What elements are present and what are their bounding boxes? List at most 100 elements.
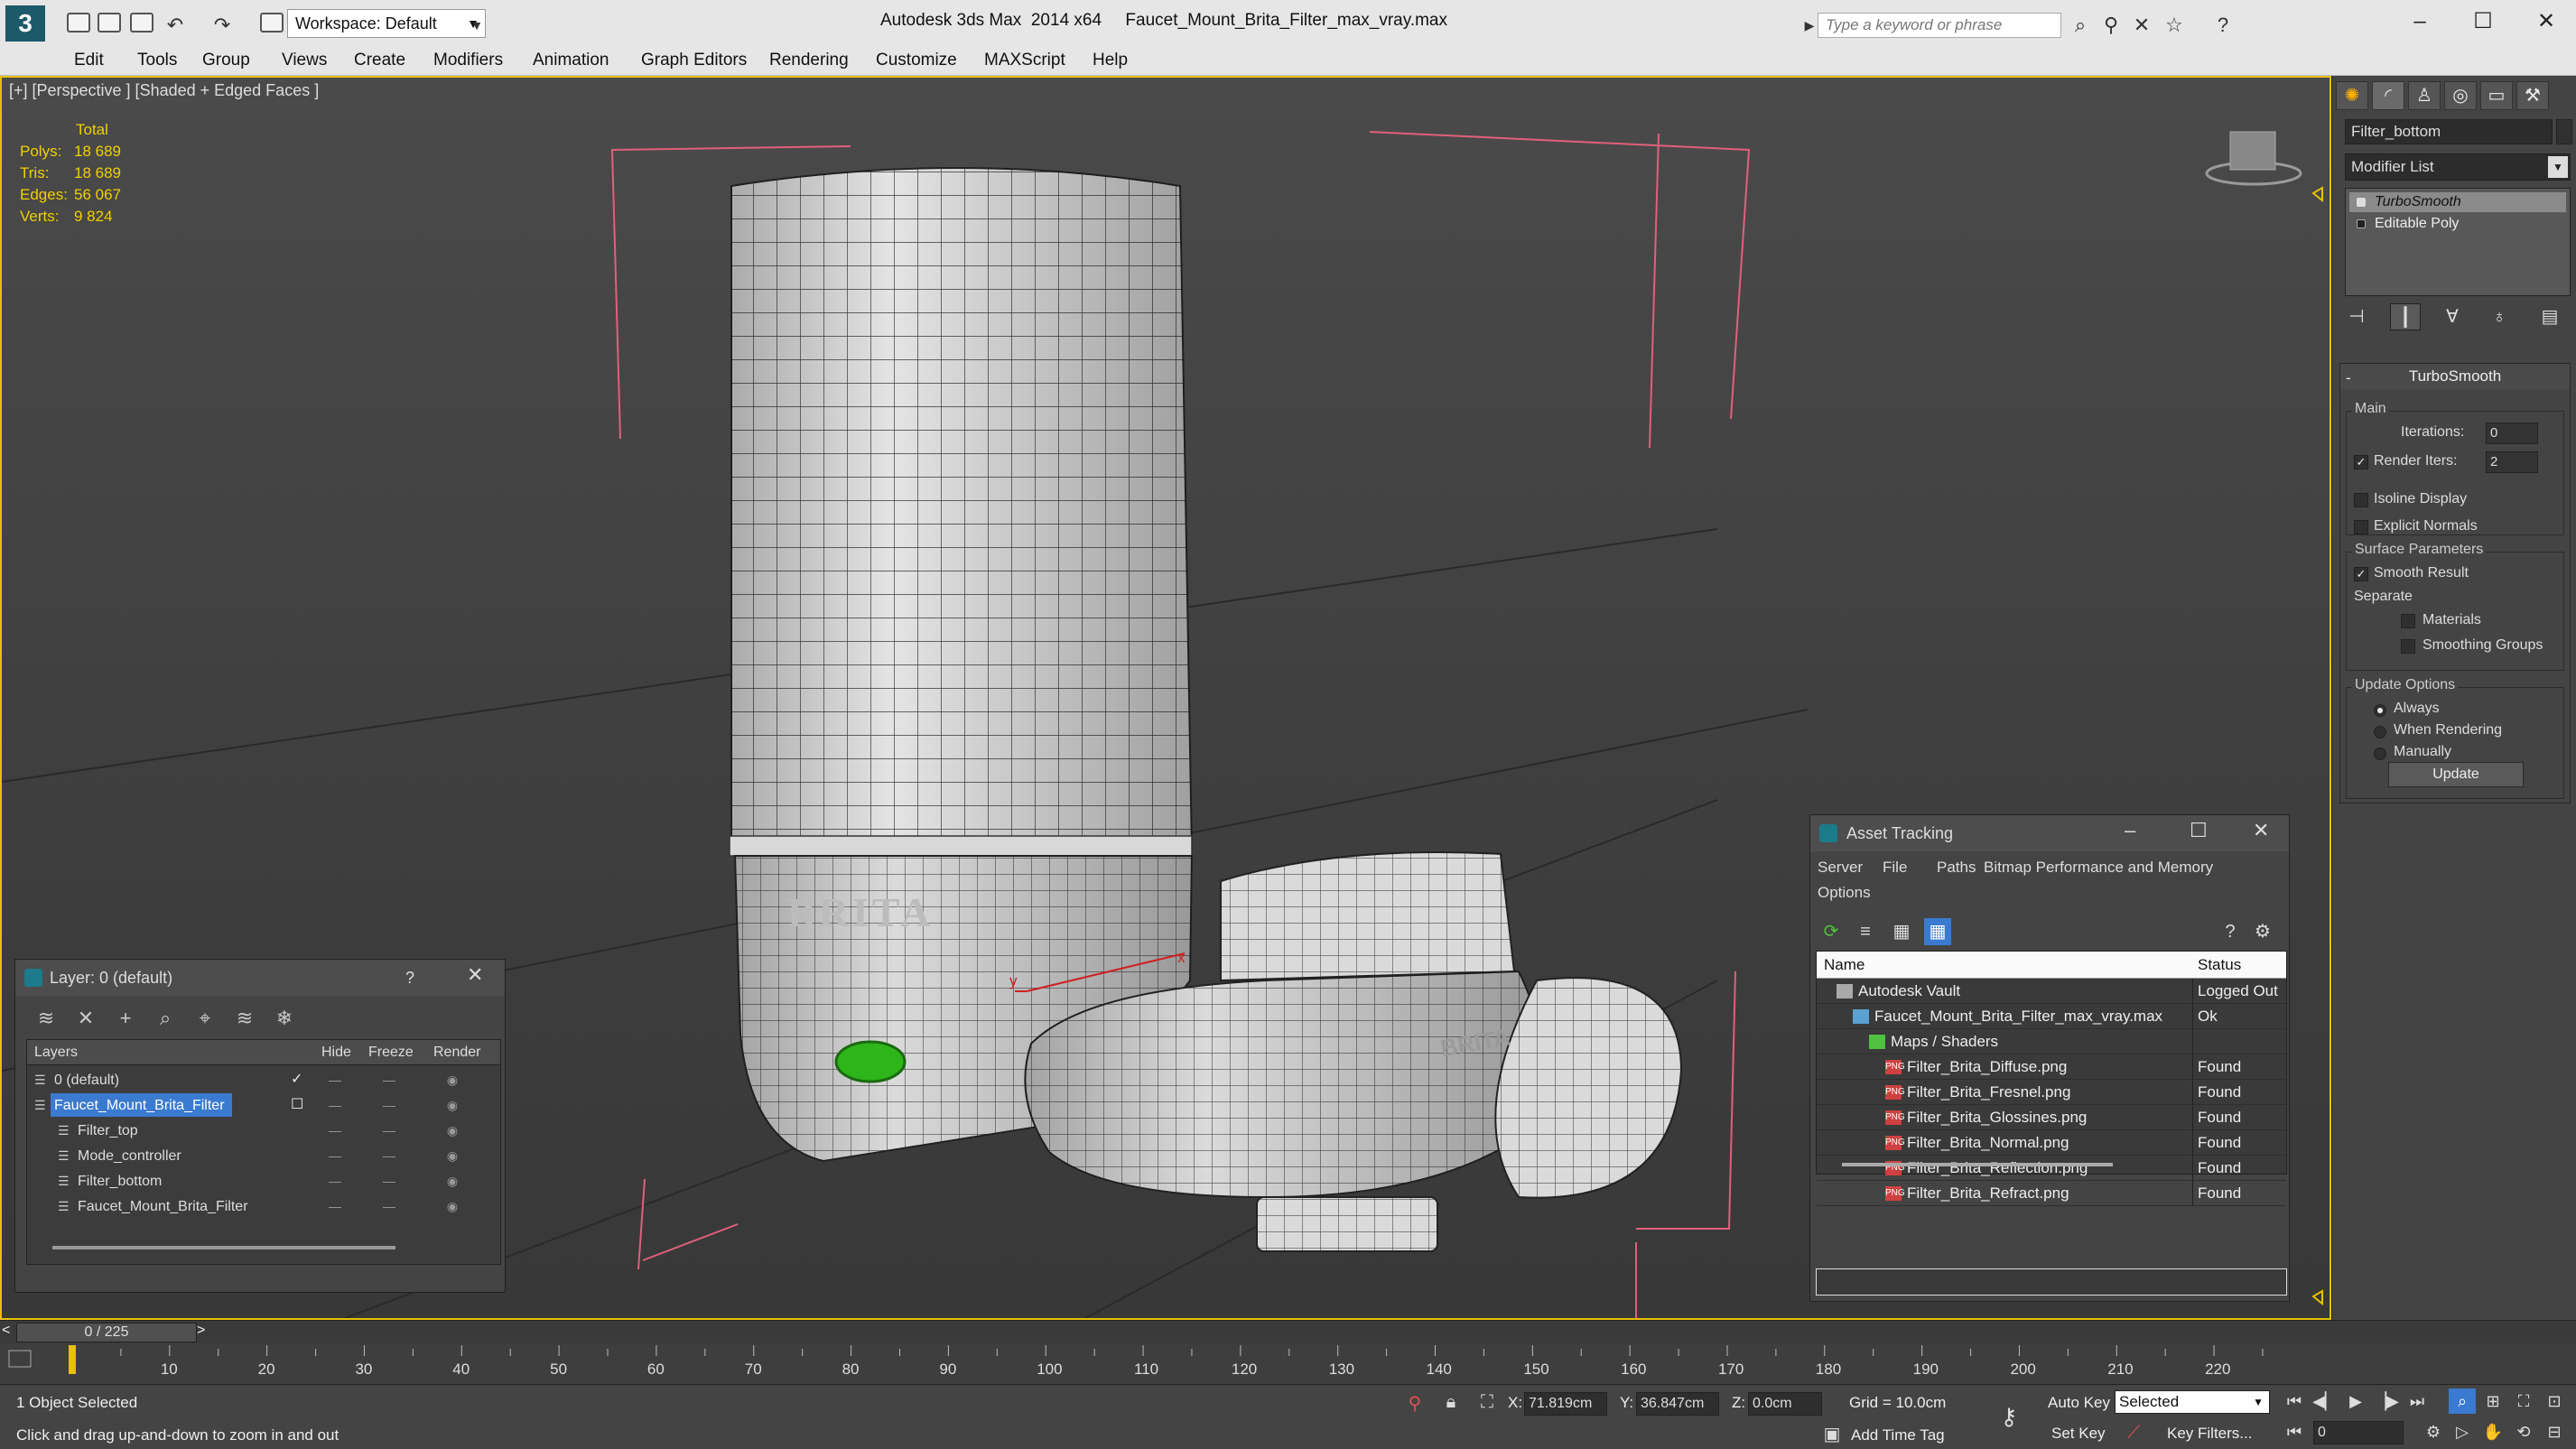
manually-radio[interactable] — [2374, 748, 2386, 760]
add-to-layer-icon[interactable]: + — [111, 1005, 140, 1032]
set-key-curve-icon[interactable]: ⟋ — [2122, 1423, 2145, 1444]
zoom-icon[interactable]: ⌕ — [2449, 1389, 2476, 1414]
asset-row[interactable]: PNG Filter_Brita_Diffuse.png Found — [1817, 1054, 2286, 1080]
motion-tab-icon[interactable]: ◎ — [2444, 81, 2477, 110]
asset-row[interactable]: Autodesk Vault Logged Out — [1817, 979, 2286, 1004]
communication-center-icon[interactable]: ✕ — [2129, 13, 2154, 38]
object-name-field[interactable]: Filter_bottom — [2345, 119, 2553, 144]
viewcube-icon[interactable] — [2205, 131, 2302, 186]
track-bar[interactable]: 10 20 30 40 50 60 70 80 90 100 110 120 130 140 150 160 1… — [0, 1343, 2576, 1385]
help-button[interactable]: ? — [405, 969, 414, 988]
col-render[interactable]: Render — [433, 1040, 480, 1065]
explicit-normals-checkbox[interactable] — [2354, 520, 2368, 534]
go-to-start-icon[interactable]: ⏮ — [2281, 1389, 2308, 1414]
freeze-toggle-icon[interactable]: — — [379, 1168, 399, 1194]
object-color-swatch[interactable] — [2556, 119, 2572, 144]
help-asset-icon[interactable]: ? — [2217, 918, 2244, 945]
hide-all-icon[interactable]: ≋ — [230, 1005, 259, 1032]
display-tab-icon[interactable]: ▭ — [2480, 81, 2513, 110]
when-rendering-radio[interactable] — [2374, 726, 2386, 738]
close-button[interactable]: ✕ — [2519, 5, 2573, 38]
col-layers[interactable]: Layers — [34, 1040, 78, 1065]
workspace-dropdown[interactable]: Workspace: Default ▼ — [287, 9, 486, 38]
app-logo-button[interactable]: 3 — [5, 5, 45, 42]
stack-item-editable-poly[interactable]: Editable Poly — [2349, 214, 2566, 234]
highlight-layer-icon[interactable]: ⌖ — [191, 1005, 219, 1032]
iterations-spinner[interactable]: 0 — [2486, 423, 2538, 444]
key-filters-button[interactable]: Key Filters... — [2167, 1425, 2252, 1443]
time-slider[interactable]: < 0 / 225 > — [0, 1320, 2576, 1343]
always-radio[interactable] — [2374, 704, 2386, 717]
binoculars-icon[interactable]: ⌕ — [2068, 13, 2093, 38]
menu-server[interactable]: Server — [1818, 859, 1863, 877]
materials-checkbox[interactable] — [2401, 614, 2415, 628]
minimize-dialog-button[interactable]: – — [2125, 819, 2135, 842]
asset-dialog-title[interactable]: Asset Tracking — [1810, 815, 2289, 851]
render-iters-spinner[interactable]: 2 — [2486, 451, 2538, 473]
remove-modifier-icon[interactable]: ♁ — [2484, 303, 2515, 330]
freeze-all-icon[interactable]: ❄ — [270, 1005, 299, 1032]
render-toggle-icon[interactable]: ◉ — [442, 1067, 462, 1092]
vault-settings-icon[interactable]: ⚙ — [2249, 918, 2276, 945]
asset-table-scrollbar[interactable] — [1842, 1163, 2113, 1166]
stack-item-turbosmooth[interactable]: TurboSmooth — [2349, 192, 2566, 212]
menu-bitmap-performance[interactable]: Bitmap Performance and Memory — [1984, 859, 2213, 877]
orbit-icon[interactable]: ⟲ — [2510, 1419, 2537, 1444]
project-folder-icon[interactable] — [260, 13, 284, 33]
menu-create[interactable]: Create — [354, 51, 405, 70]
time-next-arrow-icon[interactable]: > — [197, 1323, 205, 1339]
go-to-end-icon[interactable]: ⏭ — [2404, 1389, 2431, 1414]
layer-row[interactable]: ☰ Mode_controller — — ◉ — [27, 1143, 500, 1168]
layer-dialog-title[interactable]: Layer: 0 (default) — [15, 960, 505, 996]
hide-toggle-icon[interactable]: — — [325, 1067, 345, 1092]
create-tab-icon[interactable]: ✺ — [2336, 81, 2368, 110]
menu-customize[interactable]: Customize — [876, 51, 957, 70]
minimize-button[interactable]: – — [2393, 5, 2447, 38]
time-tag-icon[interactable]: ▣ — [1820, 1423, 1844, 1445]
redo-icon[interactable]: ↷ — [209, 13, 235, 38]
hide-toggle-icon[interactable]: — — [325, 1194, 345, 1219]
subscription-icon[interactable]: ⚲ — [2098, 13, 2124, 38]
layer-row[interactable]: ☰ Faucet_Mount_Brita_Filter ☐ — — ◉ — [27, 1092, 500, 1118]
smooth-result-checkbox[interactable]: ✓ — [2354, 567, 2368, 581]
new-file-icon[interactable] — [67, 13, 90, 33]
configure-sets-icon[interactable]: ▤ — [2534, 303, 2565, 330]
modify-tab-icon[interactable]: ◜ — [2372, 81, 2404, 110]
mini-curve-editor-icon[interactable] — [8, 1350, 32, 1368]
menu-tools[interactable]: Tools — [137, 51, 177, 70]
close-dialog-button[interactable]: ✕ — [467, 963, 483, 987]
light-bulb-icon[interactable] — [2357, 198, 2366, 207]
viewport-nav-arrow-icon[interactable] — [2311, 186, 2323, 203]
smoothing-groups-checkbox[interactable] — [2401, 639, 2415, 654]
add-time-tag[interactable]: Add Time Tag — [1851, 1426, 1945, 1444]
col-name[interactable]: Name — [1824, 952, 1865, 979]
list-view-icon[interactable]: ≡ — [1852, 918, 1879, 945]
menu-graph-editors[interactable]: Graph Editors — [641, 51, 747, 70]
menu-rendering[interactable]: Rendering — [769, 51, 849, 70]
asset-row[interactable]: Maps / Shaders — [1817, 1029, 2286, 1054]
isoline-display-checkbox[interactable] — [2354, 493, 2368, 507]
viewport-label[interactable]: [+] [Perspective ] [Shaded + Edged Faces… — [9, 81, 319, 100]
maximize-viewport-icon[interactable]: ⊡ — [2541, 1389, 2568, 1414]
col-freeze[interactable]: Freeze — [368, 1040, 414, 1065]
viewport-nav-arrow-bottom-icon[interactable] — [2311, 1289, 2323, 1306]
menu-edit[interactable]: Edit — [74, 51, 104, 70]
save-file-icon[interactable] — [130, 13, 153, 33]
active-layer-icon[interactable]: ☐ — [291, 1092, 303, 1118]
asset-row[interactable]: PNG Filter_Brita_Normal.png Found — [1817, 1130, 2286, 1156]
y-coordinate-field[interactable]: 36.847cm — [1636, 1392, 1719, 1416]
time-config-icon[interactable]: ⚙ — [2420, 1419, 2447, 1444]
zoom-extents-icon[interactable]: ⛶ — [2510, 1389, 2537, 1414]
layer-row[interactable]: ☰ 0 (default) ✓ — — ◉ — [27, 1067, 500, 1092]
modifier-list-dropdown[interactable]: Modifier List ▼ — [2345, 153, 2571, 181]
customize-toolbar-icon[interactable]: ▼ — [464, 13, 489, 38]
previous-frame-icon[interactable]: ◀▏ — [2311, 1389, 2339, 1414]
freeze-toggle-icon[interactable]: — — [379, 1118, 399, 1143]
thumbnail-view-icon[interactable]: ▦ — [1888, 918, 1915, 945]
hide-toggle-icon[interactable]: — — [325, 1143, 345, 1168]
hide-toggle-icon[interactable]: — — [325, 1168, 345, 1194]
current-frame-field[interactable]: 0 — [2313, 1421, 2404, 1444]
next-frame-icon[interactable]: ▕▶ — [2373, 1389, 2400, 1414]
asset-row[interactable]: PNG Filter_Brita_Fresnel.png Found — [1817, 1080, 2286, 1105]
key-mode-toggle-icon[interactable]: ⏮ — [2281, 1419, 2308, 1444]
